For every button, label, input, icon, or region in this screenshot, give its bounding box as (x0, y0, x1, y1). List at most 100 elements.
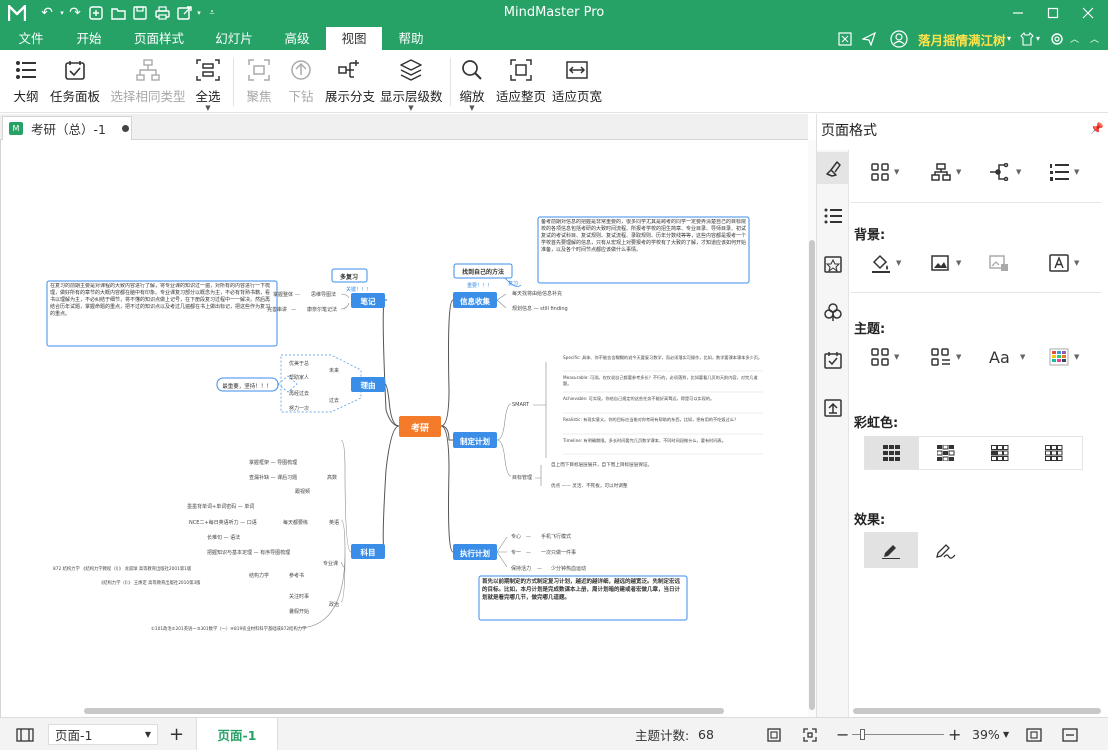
fit-width-button[interactable]: 适应页宽 (550, 56, 604, 105)
smart-item[interactable]: Realistic: 有现实意义。你的目标应当能对你考研有帮助的东西，比如，把有… (563, 417, 763, 423)
tab-slides[interactable]: 幻灯片 (206, 27, 262, 50)
panel-horizontal-scrollbar[interactable] (853, 706, 1103, 716)
main-topic-reason[interactable]: 理由 (351, 377, 385, 392)
mm-subtopic[interactable]: 专业课 (323, 560, 338, 567)
share-icon[interactable] (862, 27, 876, 50)
mm-subtopic[interactable]: 专心 (511, 533, 521, 540)
zoom-button[interactable]: 缩放 ▼ (456, 56, 488, 112)
expand-branch-button[interactable]: 展示分支 (324, 56, 376, 105)
mm-subtopic[interactable]: 目标管理 (512, 474, 532, 481)
mm-subtopic[interactable]: 努力一次 (289, 405, 309, 412)
tab-file[interactable]: 文件 (8, 27, 54, 50)
mm-subtopic[interactable]: SMART (512, 402, 530, 408)
theme-layout-button[interactable]: ▼ (871, 344, 899, 370)
mm-subtopic[interactable]: 每天找将由给信息补充 (512, 290, 562, 297)
maximize-icon[interactable] (1042, 3, 1064, 23)
fit-page-button[interactable]: 适应整页 (494, 56, 548, 105)
unsaved-dot-icon[interactable] (121, 125, 129, 132)
mm-subtopic[interactable]: 优美于总 (289, 360, 309, 367)
task-panel-button[interactable]: 任务面板 (48, 56, 102, 105)
zoom-in-icon[interactable]: + (948, 718, 961, 750)
mm-subtopic[interactable]: 完善串讲 (267, 306, 287, 313)
canvas-vertical-scrollbar[interactable] (808, 140, 816, 717)
skin-dropdown-icon[interactable]: ▾ (1036, 27, 1040, 50)
main-topic-execute[interactable]: 执行计划 (453, 544, 497, 560)
rainbow-option-2[interactable] (919, 437, 973, 469)
mm-subtopic[interactable]: 规划信息 — still finding (512, 305, 568, 312)
mm-subtopic[interactable]: 参考书 (289, 572, 304, 579)
select-all-button[interactable]: 全选 ▼ (190, 56, 226, 112)
mm-subtopic[interactable]: 专一 (511, 549, 521, 556)
mm-subtopic[interactable]: 跟视频 (295, 488, 310, 495)
pin-icon[interactable]: 📌 (1090, 122, 1104, 135)
floating-topic-review[interactable]: 多复习 关键！！！ (331, 268, 371, 293)
minimize-panel-icon[interactable] (1062, 718, 1078, 750)
tab-page-style[interactable]: 页面样式 (126, 27, 192, 50)
select-all-dropdown-icon[interactable]: ▼ (190, 105, 226, 112)
zoom-level[interactable]: 39% (972, 718, 1000, 750)
mindmap[interactable]: 考研 笔记 理由 科目 信息收集 制定计划 执行计划 多复习 关键！！！ 找到自… (1, 140, 807, 706)
main-topic-plan[interactable]: 制定计划 (453, 432, 497, 448)
watermark-button[interactable]: ▼ (1049, 250, 1079, 276)
clipart-icon[interactable] (817, 296, 849, 328)
zoom-slider[interactable] (852, 718, 944, 750)
theme-style-button[interactable]: ▼ (931, 344, 961, 370)
note-left[interactable]: 在复习的前期主要是对课程的大致内容进行了解，将专业课的知识过一遍，对所有的内容进… (46, 280, 278, 347)
mm-subtopic[interactable]: 结构力学 (249, 572, 269, 579)
tab-view[interactable]: 视图 (326, 27, 382, 50)
mm-subtopic[interactable]: 墨墨背单词+单词密码 — 单词 (187, 503, 254, 510)
list-icon[interactable] (817, 200, 849, 232)
tab-advanced[interactable]: 高级 (274, 27, 320, 50)
mm-subtopic[interactable]: 高数 (327, 474, 337, 481)
select-same-type-button[interactable]: 选择相同类型 (110, 56, 186, 105)
mm-subtopic[interactable]: 保持活力 (511, 565, 531, 572)
rainbow-option-4[interactable] (1027, 437, 1081, 469)
fullscreen-status-icon[interactable] (803, 718, 817, 750)
connector-style-button[interactable]: ▼ (989, 159, 1021, 185)
theme-color-button[interactable]: ▼ (1049, 344, 1079, 370)
background-image-button[interactable]: ▼ (931, 250, 961, 276)
document-tab[interactable]: M 考研（总）-1 (2, 116, 132, 140)
add-page-icon[interactable]: + (169, 718, 184, 750)
mm-subtopic[interactable]: 掌握框架 — 导图梳理 (249, 459, 297, 466)
mm-subtopic[interactable]: 政治 (329, 601, 339, 608)
show-levels-button[interactable]: 显示层级数 ▼ (380, 56, 443, 112)
mm-subtopic[interactable]: 《结构力学（I）》 王焕定 高等教育出版社2010第3版 (99, 579, 201, 586)
mm-subtopic[interactable]: 少分钟热血运动 (551, 565, 586, 572)
theme-font-button[interactable]: Aa ▼ (989, 344, 1025, 370)
zoom-dropdown-icon[interactable]: ▼ (456, 105, 488, 112)
callout-reason[interactable]: 最重要，坚持！！！ (216, 377, 279, 392)
mm-subtopic[interactable]: 英语 (329, 519, 339, 526)
mm-subtopic[interactable]: 优点 —— 灵活、不死板，可以时调整 (551, 482, 628, 489)
skin-icon[interactable] (1020, 27, 1034, 50)
minimize-icon[interactable] (1007, 3, 1029, 23)
main-topic-info[interactable]: 信息收集 (453, 292, 497, 308)
user-name[interactable]: 落月摇情满江树 (918, 30, 1006, 49)
numbering-button[interactable]: ▼ (1049, 159, 1079, 185)
tab-help[interactable]: 帮助 (388, 27, 434, 50)
fit-window-icon[interactable] (1026, 718, 1042, 750)
zoom-dropdown-icon[interactable]: ▼ (1003, 718, 1009, 750)
zoom-out-icon[interactable]: − (836, 718, 849, 750)
tab-start[interactable]: 开始 (66, 27, 112, 50)
mm-subtopic[interactable]: 查漏补缺 — 课后习题 (249, 474, 297, 481)
smart-item[interactable]: Measurable: 可测。仅仅说自己都要参考多长？不行的，必须落到，比如要看… (563, 375, 763, 387)
drill-down-button[interactable]: 下钻 (284, 56, 318, 105)
mm-subtopic[interactable]: 自上而下目标层层展开，自下而上目标层层保证。 (551, 461, 652, 468)
horizontal-scroll-thumb[interactable] (84, 708, 724, 714)
mm-subtopic[interactable]: 长难句 — 语法 (207, 534, 240, 541)
panel-scroll-thumb[interactable] (853, 708, 1101, 714)
page-select[interactable]: 页面-1 ▼ (48, 724, 158, 745)
close-icon[interactable] (1077, 3, 1099, 23)
page-panel-toggle-icon[interactable] (16, 718, 34, 750)
zoom-slider-thumb[interactable] (860, 729, 865, 740)
mm-subtopic[interactable]: 思维导图法 (311, 291, 336, 298)
mm-subtopic[interactable]: 帮助家人 (289, 374, 309, 381)
export-panel-icon[interactable] (817, 392, 849, 424)
effect-hand-drawn-off[interactable] (864, 532, 918, 568)
mm-subtopic[interactable]: 一次只做一件事 (541, 549, 576, 556)
effect-hand-drawn-on[interactable] (918, 532, 972, 568)
user-dropdown-icon[interactable]: ▾ (1007, 27, 1011, 50)
layout-grid-button[interactable]: ▼ (871, 159, 899, 185)
expand-icon[interactable]: ︿ (1090, 27, 1099, 50)
